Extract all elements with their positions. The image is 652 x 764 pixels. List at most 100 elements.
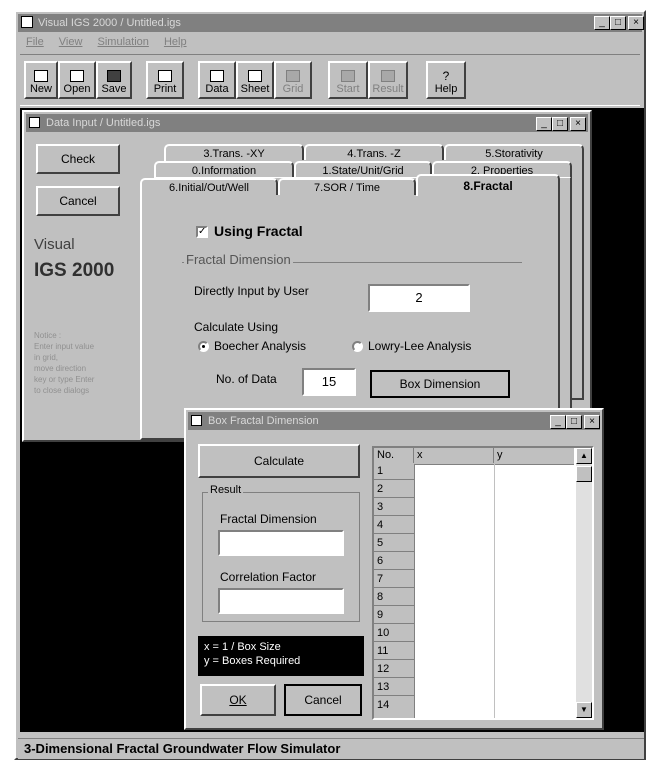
result-icon: [381, 70, 395, 82]
table-row-number: 8: [374, 590, 414, 606]
tab-trans-z[interactable]: 4.Trans. -Z: [304, 144, 444, 160]
toolbar: New Open Save Print Data Sheet Grid Star…: [20, 54, 640, 106]
brand-line2: IGS 2000: [34, 260, 115, 281]
tab-storativity[interactable]: 5.Storativity: [444, 144, 584, 160]
calculate-using-label: Calculate Using: [194, 320, 279, 334]
minimize-button[interactable]: _: [594, 16, 610, 30]
toolbar-open-button[interactable]: Open: [58, 61, 96, 99]
num-data-field[interactable]: 15: [302, 368, 356, 396]
tab-fractal-label: 8.Fractal: [463, 179, 513, 193]
data-cancel-button[interactable]: Cancel: [36, 186, 120, 216]
toolbar-sheet-label: Sheet: [240, 83, 270, 95]
table-row-number: 6: [374, 554, 414, 570]
toolbar-help-button[interactable]: ? Help: [426, 61, 466, 99]
grid-header-no: No.: [374, 448, 414, 463]
toolbar-save-label: Save: [101, 83, 127, 95]
data-input-window: Data Input / Untitled.igs _ □ × Check Ca…: [22, 110, 592, 442]
fractal-dimension-field[interactable]: [218, 530, 344, 556]
menu-simulation[interactable]: Simulation: [98, 36, 149, 48]
notice-line: in grid,: [34, 353, 59, 362]
lowry-label: Lowry-Lee Analysis: [368, 339, 472, 353]
data-input-app-icon: [29, 117, 40, 128]
legend-line2: y = Boxes Required: [204, 655, 301, 667]
tab-initial-out-well-label: 6.Initial/Out/Well: [169, 182, 249, 194]
data-input-minimize-button[interactable]: _: [536, 117, 552, 131]
check-button[interactable]: Check: [36, 144, 120, 174]
lowry-radio[interactable]: [352, 341, 363, 352]
toolbar-print-label: Print: [153, 83, 177, 95]
new-file-icon: [34, 70, 48, 82]
notice-line: to close dialogs: [34, 386, 90, 395]
boecher-radio[interactable]: [198, 341, 209, 352]
data-input-maximize-button[interactable]: □: [552, 117, 568, 131]
num-data-value: 15: [321, 374, 337, 389]
print-icon: [158, 70, 172, 82]
notice-line: move direction: [34, 364, 87, 373]
box-dialog-minimize-button[interactable]: _: [550, 415, 566, 429]
scroll-down-arrow-icon[interactable]: ▼: [576, 702, 592, 718]
main-title-bar[interactable]: Visual IGS 2000 / Untitled.igs: [18, 14, 642, 32]
menu-help[interactable]: Help: [164, 36, 187, 48]
correlation-field[interactable]: [218, 588, 344, 614]
toolbar-data-button[interactable]: Data: [198, 61, 236, 99]
table-row-number: 11: [374, 644, 414, 660]
radio-dot: [202, 345, 205, 348]
dialog-cancel-button[interactable]: Cancel: [284, 684, 362, 716]
box-dialog-title-bar[interactable]: Box Fractal Dimension: [188, 412, 600, 430]
tab-state-unit-grid-label: 1.State/Unit/Grid: [322, 165, 404, 177]
box-dialog-maximize-button[interactable]: □: [566, 415, 582, 429]
calculate-button[interactable]: Calculate: [198, 444, 360, 478]
toolbar-grid-label: Grid: [282, 83, 304, 95]
maximize-button[interactable]: □: [610, 16, 626, 30]
grid-icon: [286, 70, 300, 82]
tab-state-unit-grid[interactable]: 1.State/Unit/Grid: [294, 161, 432, 177]
menu-file[interactable]: File: [26, 36, 44, 48]
table-row-number: 1: [374, 464, 414, 480]
notice-line: Enter input value: [34, 342, 95, 351]
tab-information[interactable]: 0.Information: [154, 161, 294, 177]
axis-legend: x = 1 / Box Size y = Boxes Required: [198, 636, 364, 676]
scroll-thumb[interactable]: [576, 466, 592, 482]
toolbar-data-label: Data: [205, 83, 229, 95]
table-row-number: 13: [374, 680, 414, 696]
app-icon: [21, 16, 33, 28]
grid-y-column: [494, 464, 574, 718]
direct-input-label: Directly Input by User: [194, 284, 309, 298]
table-row-number: 4: [374, 518, 414, 534]
toolbar-new-button[interactable]: New: [24, 61, 58, 99]
tab-fractal[interactable]: 8.Fractal: [416, 174, 560, 196]
close-button[interactable]: ×: [628, 16, 644, 30]
data-input-close-button[interactable]: ×: [570, 117, 586, 131]
brand-line1: Visual: [34, 236, 75, 253]
toolbar-print-button[interactable]: Print: [146, 61, 184, 99]
using-fractal-label: Using Fractal: [214, 223, 303, 239]
menu-view[interactable]: View: [59, 36, 83, 48]
toolbar-open-label: Open: [63, 83, 91, 95]
boecher-label: Boecher Analysis: [214, 339, 307, 353]
toolbar-save-button[interactable]: Save: [96, 61, 132, 99]
box-dialog-close-button[interactable]: ×: [584, 415, 600, 429]
grid-scrollbar[interactable]: ▲ ▼: [576, 448, 592, 718]
num-data-label: No. of Data: [216, 372, 277, 386]
toolbar-start-button[interactable]: Start: [328, 61, 368, 99]
toolbar-grid-button[interactable]: Grid: [274, 61, 312, 99]
tab-trans-z-label: 4.Trans. -Z: [347, 148, 401, 160]
legend-line1: x = 1 / Box Size: [204, 641, 281, 653]
ok-button[interactable]: OK: [200, 684, 276, 716]
table-row-number: 9: [374, 608, 414, 624]
box-dialog-title: Box Fractal Dimension: [208, 415, 319, 427]
scroll-up-arrow-icon[interactable]: ▲: [576, 448, 592, 464]
data-grid[interactable]: No. x y 1 2 3 4 5 6 7 8 9 10 11 12 13 14…: [372, 446, 594, 720]
table-row-number: 2: [374, 482, 414, 498]
toolbar-result-button[interactable]: Result: [368, 61, 408, 99]
using-fractal-checkbox[interactable]: ✓: [196, 226, 208, 238]
direct-input-field[interactable]: 2: [368, 284, 470, 312]
toolbar-sheet-button[interactable]: Sheet: [236, 61, 274, 99]
box-dimension-button[interactable]: Box Dimension: [370, 370, 510, 398]
tab-initial-out-well[interactable]: 6.Initial/Out/Well: [140, 178, 278, 195]
data-input-title-bar[interactable]: Data Input / Untitled.igs: [26, 114, 588, 132]
help-icon: ?: [442, 69, 450, 83]
tab-trans-xy[interactable]: 3.Trans. -XY: [164, 144, 304, 160]
ok-label: OK: [229, 693, 247, 707]
tab-sor-time[interactable]: 7.SOR / Time: [278, 178, 416, 195]
